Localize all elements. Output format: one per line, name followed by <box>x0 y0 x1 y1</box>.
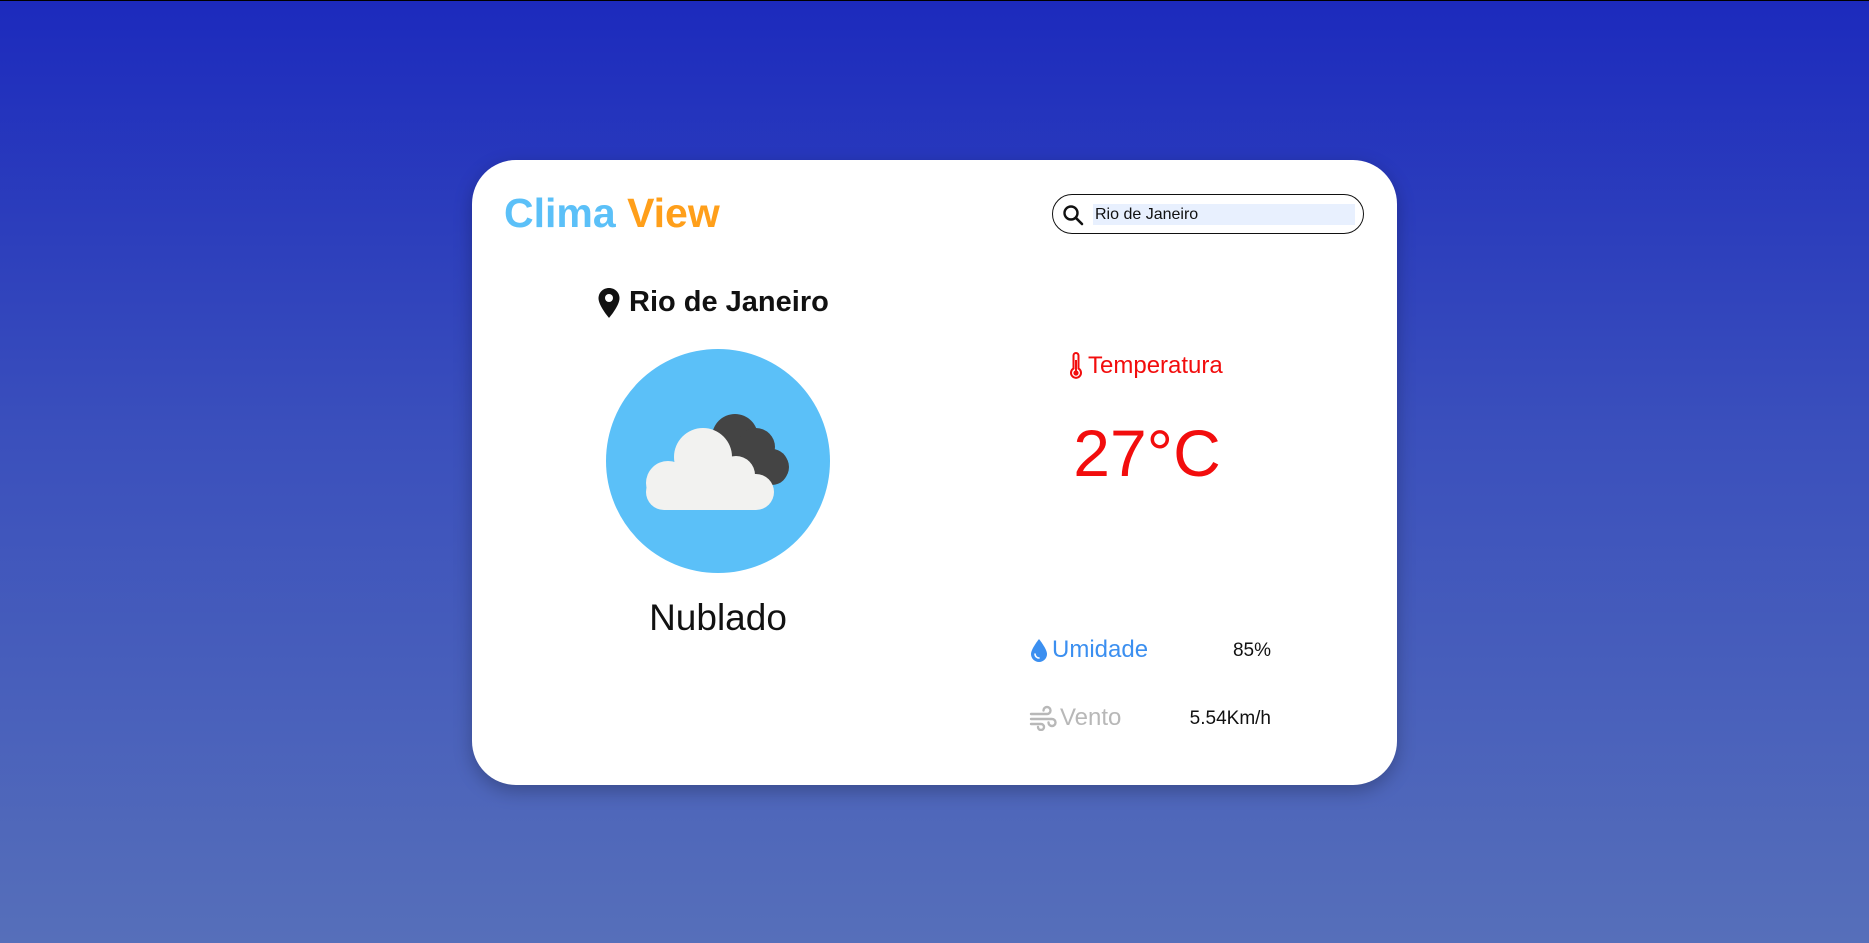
search-icon[interactable] <box>1062 204 1084 226</box>
temperature-label-text: Temperatura <box>1088 352 1223 379</box>
logo-part-view: View <box>627 190 720 236</box>
thermometer-icon <box>1070 352 1082 379</box>
humidity-label: Umidade <box>1029 634 1148 666</box>
humidity-value: 85% <box>1232 640 1271 661</box>
wind-row: Vento 5.54Km/h <box>1029 702 1271 734</box>
humidity-row: Umidade 85% <box>1029 634 1271 666</box>
wind-label-text: Vento <box>1060 704 1122 731</box>
location-header: Rio de Janeiro <box>597 286 829 319</box>
top-border <box>0 0 1869 1</box>
temperature-label: Temperatura <box>1068 352 1223 380</box>
water-drop-icon <box>1031 639 1047 662</box>
search-box[interactable] <box>1052 194 1364 234</box>
wind-value: 5.54Km/h <box>1189 708 1271 729</box>
humidity-label-text: Umidade <box>1052 636 1149 663</box>
weather-condition: Nublado <box>649 597 787 638</box>
weather-card: Clima View Rio de Janeiro Rio de Janeiro… <box>472 160 1397 785</box>
city-name: Rio de Janeiro <box>629 286 829 318</box>
temperature-value: 27°C <box>1073 416 1221 490</box>
cloudy-icon <box>646 414 789 510</box>
app-logo: Clima View <box>504 190 720 237</box>
weather-icon-circle <box>606 349 830 573</box>
map-pin-icon <box>598 287 620 318</box>
logo-part-clima: Clima <box>504 190 616 236</box>
wind-icon <box>1029 705 1057 731</box>
search-input[interactable] <box>1093 204 1355 225</box>
wind-label: Vento <box>1029 702 1121 734</box>
